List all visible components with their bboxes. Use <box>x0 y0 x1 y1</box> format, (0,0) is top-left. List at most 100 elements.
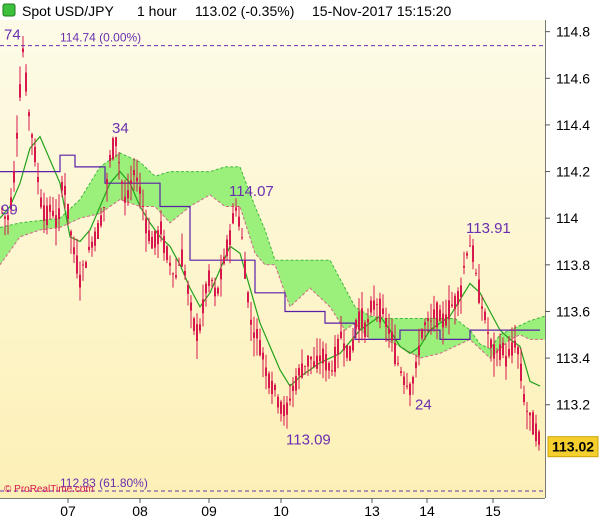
candle-body <box>91 241 93 248</box>
price-annotation: 114.07 <box>229 183 274 200</box>
candle-body <box>538 431 540 445</box>
candle-body <box>199 324 201 331</box>
candle-body <box>82 264 84 266</box>
candle-body <box>379 298 381 323</box>
candle-body <box>328 362 330 371</box>
candle-body <box>124 196 126 203</box>
candle-body <box>271 380 273 395</box>
candle-body <box>13 171 15 183</box>
candle-body <box>535 423 537 442</box>
y-tick-label: 114 <box>556 210 579 226</box>
candle-body <box>283 404 285 417</box>
candle-body <box>172 273 174 275</box>
candle-body <box>352 339 354 351</box>
candle-body <box>367 319 369 323</box>
candle-body <box>85 262 87 268</box>
candle-body <box>232 213 234 224</box>
candle-body <box>322 348 324 364</box>
candle-body <box>214 287 216 297</box>
candle-body <box>421 329 423 339</box>
candle-body <box>88 246 90 250</box>
last-price-label: 113.02 <box>552 439 594 455</box>
candle-body <box>517 347 519 355</box>
candle-body <box>394 343 396 365</box>
header-price: 113.02 (-0.35%) <box>195 3 294 19</box>
candle-body <box>211 279 213 282</box>
candle-body <box>388 328 390 334</box>
fib-level-label: 114.74 (0.00%) <box>60 31 141 45</box>
candle-body <box>346 345 348 358</box>
candle-body <box>412 376 414 384</box>
candle-body <box>382 308 384 314</box>
candle-body <box>343 343 345 351</box>
candle-body <box>424 322 426 326</box>
candle-body <box>79 274 81 288</box>
candle-body <box>430 320 432 322</box>
candle-body <box>502 342 504 356</box>
candle-body <box>313 361 315 367</box>
candle-body <box>496 351 498 353</box>
candle-body <box>130 180 132 184</box>
candle-body <box>436 302 438 328</box>
price-annotation: 113.91 <box>466 220 511 237</box>
candle-body <box>190 302 192 311</box>
candle-body <box>397 363 399 365</box>
candle-body <box>490 339 492 348</box>
candle-body <box>241 237 243 239</box>
chart-container: Spot USD/JPY 1 hour 113.02 (-0.35%) 15-N… <box>0 0 600 519</box>
candle-body <box>22 48 24 53</box>
candle-body <box>28 112 30 117</box>
candle-body <box>310 356 312 360</box>
candle-body <box>454 295 456 310</box>
candle-body <box>244 260 246 279</box>
candle-body <box>121 181 123 184</box>
candle-body <box>286 402 288 415</box>
candle-body <box>526 410 528 412</box>
candle-body <box>448 300 450 320</box>
price-annotation: 99 <box>1 202 18 219</box>
candle-body <box>40 197 42 208</box>
x-tick-label: 07 <box>60 503 76 519</box>
candle-body <box>16 132 18 139</box>
candle-body <box>37 176 39 183</box>
candle-body <box>358 311 360 330</box>
candle-body <box>250 319 252 325</box>
candle-body <box>409 383 411 396</box>
candle-body <box>136 177 138 182</box>
candle-body <box>457 291 459 305</box>
chart-svg: Spot USD/JPY 1 hour 113.02 (-0.35%) 15-N… <box>0 0 600 519</box>
candle-body <box>415 361 417 369</box>
candle-body <box>100 215 102 226</box>
expand-toggle-icon[interactable] <box>2 3 16 17</box>
candle-body <box>364 322 366 337</box>
candle-body <box>529 412 531 416</box>
candle-body <box>34 146 36 163</box>
candle-body <box>19 84 21 98</box>
header-timeframe: 1 hour <box>137 3 177 19</box>
candle-body <box>61 181 63 191</box>
candle-body <box>127 190 129 199</box>
candle-body <box>103 207 105 209</box>
header-datetime: 15-Nov-2017 15:15:20 <box>312 3 452 19</box>
y-tick-label: 114.6 <box>556 70 590 86</box>
candle-body <box>349 345 351 361</box>
candle-body <box>160 221 162 235</box>
candle-body <box>532 412 534 435</box>
candle-body <box>118 162 120 164</box>
candle-body <box>280 401 282 414</box>
candle-body <box>355 320 357 329</box>
candle-body <box>493 344 495 359</box>
x-tick-label: 09 <box>201 503 217 519</box>
x-tick-label: 08 <box>132 503 148 519</box>
candle-body <box>139 186 141 194</box>
candle-body <box>262 352 264 360</box>
candle-body <box>511 342 513 356</box>
candle-body <box>115 137 117 147</box>
price-annotation: 34 <box>112 120 129 137</box>
header-instrument: Spot USD/JPY <box>22 3 114 19</box>
candle-body <box>52 210 54 216</box>
candle-body <box>193 318 195 331</box>
candle-body <box>433 309 435 319</box>
candle-body <box>298 367 300 376</box>
candle-body <box>406 385 408 387</box>
